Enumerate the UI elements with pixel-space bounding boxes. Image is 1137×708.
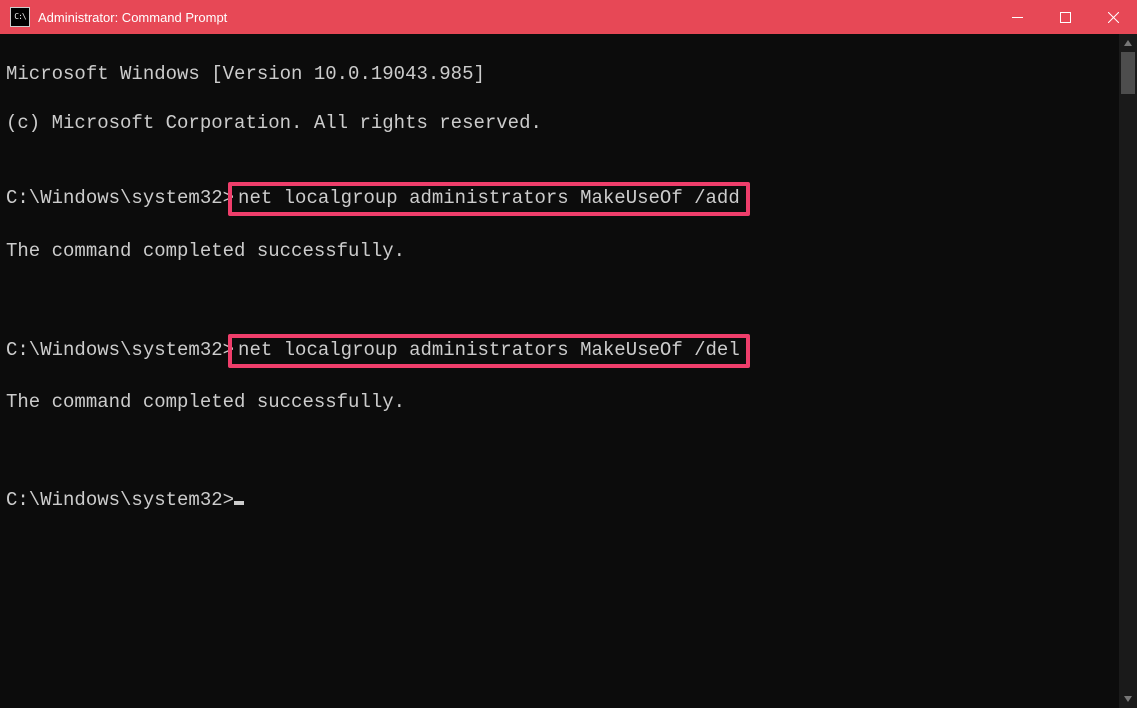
highlight-box: net localgroup administrators MakeUseOf … <box>228 182 750 216</box>
chevron-up-icon <box>1124 40 1132 46</box>
highlight-box: net localgroup administrators MakeUseOf … <box>228 334 750 368</box>
prompt-text: C:\Windows\system32> <box>6 186 234 210</box>
scroll-down-button[interactable] <box>1119 690 1137 708</box>
minimize-button[interactable] <box>993 0 1041 34</box>
console-line: Microsoft Windows [Version 10.0.19043.98… <box>6 62 1113 86</box>
console-output[interactable]: Microsoft Windows [Version 10.0.19043.98… <box>0 34 1119 708</box>
maximize-button[interactable] <box>1041 0 1089 34</box>
close-icon <box>1108 12 1119 23</box>
console-area: Microsoft Windows [Version 10.0.19043.98… <box>0 34 1137 708</box>
command-prompt-window: C:\ Administrator: Command Prompt Micros… <box>0 0 1137 708</box>
maximize-icon <box>1060 12 1071 23</box>
prompt-text: C:\Windows\system32> <box>6 338 234 362</box>
console-line: C:\Windows\system32>net localgroup admin… <box>6 336 1113 366</box>
console-line: C:\Windows\system32>net localgroup admin… <box>6 184 1113 214</box>
scroll-up-button[interactable] <box>1119 34 1137 52</box>
console-line: C:\Windows\system32> <box>6 488 1113 512</box>
minimize-icon <box>1012 12 1023 23</box>
titlebar[interactable]: C:\ Administrator: Command Prompt <box>0 0 1137 34</box>
cursor-icon <box>234 501 244 505</box>
window-title: Administrator: Command Prompt <box>38 10 227 25</box>
command-text: net localgroup administrators MakeUseOf … <box>238 187 740 209</box>
close-button[interactable] <box>1089 0 1137 34</box>
cmd-app-icon: C:\ <box>10 7 30 27</box>
console-line: The command completed successfully. <box>6 239 1113 263</box>
console-line: The command completed successfully. <box>6 390 1113 414</box>
chevron-down-icon <box>1124 696 1132 702</box>
command-text: net localgroup administrators MakeUseOf … <box>238 339 740 361</box>
vertical-scrollbar[interactable] <box>1119 34 1137 708</box>
prompt-text: C:\Windows\system32> <box>6 488 234 512</box>
console-line: (c) Microsoft Corporation. All rights re… <box>6 111 1113 135</box>
scroll-thumb[interactable] <box>1121 52 1135 94</box>
